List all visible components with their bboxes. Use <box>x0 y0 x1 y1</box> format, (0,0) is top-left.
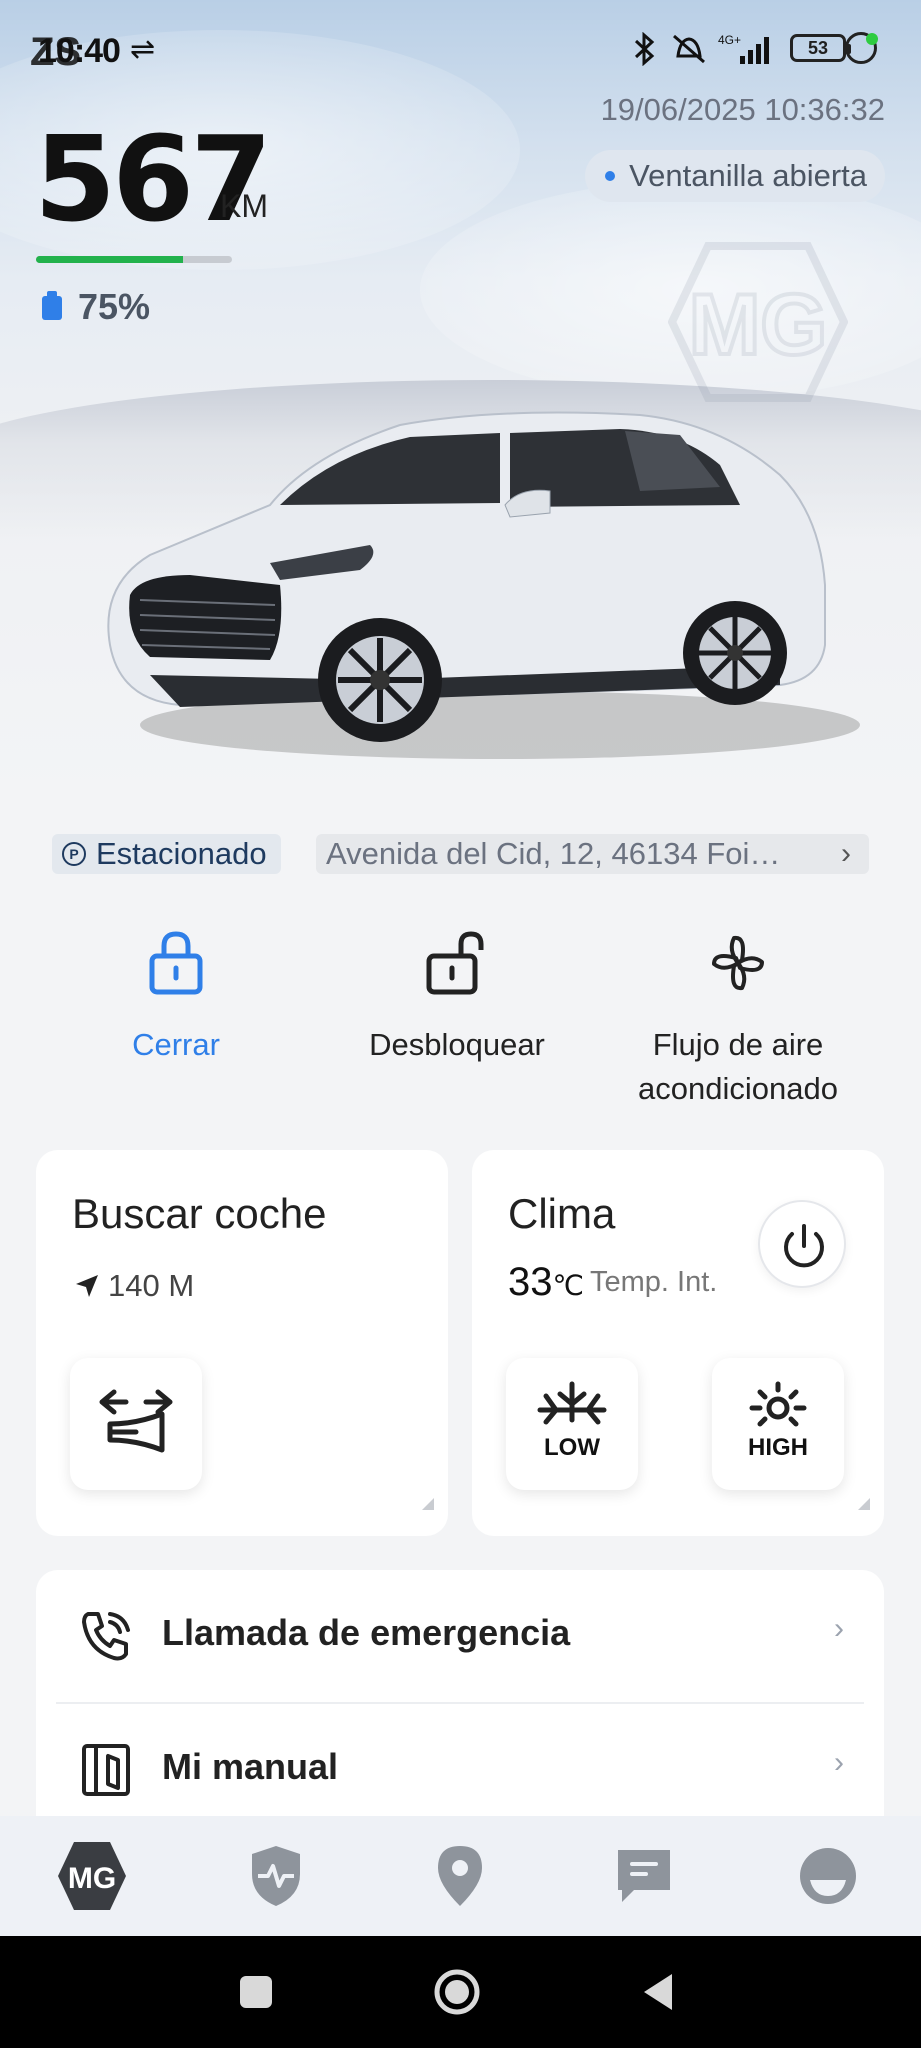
mg-watermark-logo: MG <box>668 242 848 402</box>
range-progress-bar <box>36 256 232 263</box>
navigation-arrow-icon <box>76 1275 98 1297</box>
mute-bell-icon <box>670 32 708 74</box>
signal-icon: 4G+ <box>718 32 778 74</box>
profile-icon <box>800 1848 856 1904</box>
mg-logo-icon: MG <box>58 1842 126 1910</box>
lock-label: Cerrar <box>132 1027 220 1062</box>
card-resize-corner <box>422 1498 434 1510</box>
emergency-call-item[interactable]: Llamada de emergencia › <box>36 1570 884 1702</box>
find-car-title: Buscar coche <box>72 1190 327 1237</box>
emergency-call-label: Llamada de emergencia <box>162 1612 571 1653</box>
chevron-right-icon: › <box>841 837 851 870</box>
nav-vehicle-health[interactable] <box>184 1816 368 1936</box>
window-status-badge[interactable]: Ventanilla abierta <box>585 150 885 202</box>
fuel-percent: 75% <box>78 286 151 327</box>
svg-text:MG: MG <box>68 1862 116 1895</box>
back-button[interactable] <box>638 1970 678 2014</box>
range-unit: KM <box>220 188 268 224</box>
status-dot-icon <box>605 171 616 181</box>
battery-indicator: 53 <box>790 34 851 62</box>
fuel-icon <box>42 291 62 320</box>
nav-map[interactable] <box>368 1816 552 1936</box>
status-overlay-text: ZS <box>30 30 82 74</box>
vehicle-address-link[interactable]: Avenida del Cid, 12, 46134 Foi… › <box>316 834 869 874</box>
last-update-timestamp: 19/06/2025 10:36:32 <box>600 92 885 127</box>
manual-label: Mi manual <box>162 1746 339 1787</box>
shield-health-icon <box>252 1846 300 1906</box>
climate-title: Clima <box>508 1190 616 1237</box>
window-status-text: Ventanilla abierta <box>629 158 867 193</box>
nav-profile[interactable] <box>736 1816 920 1936</box>
horn-lights-icon <box>99 1389 173 1453</box>
vehicle-address-text: Avenida del Cid, 12, 46134 Foi… <box>326 836 781 871</box>
climate-high-label: HIGH <box>748 1434 808 1461</box>
location-pin-icon <box>438 1846 482 1906</box>
card-resize-corner <box>858 1498 870 1510</box>
climate-card[interactable]: Clima 33℃ Temp. Int. LOW HIGH <box>472 1150 884 1536</box>
temperature-value: 33 <box>508 1260 553 1304</box>
manual-book-icon <box>82 1744 130 1796</box>
system-navigation-bar <box>0 1936 921 2048</box>
chevron-right-icon: › <box>834 1746 844 1779</box>
air-flow-button[interactable]: Flujo de aire acondicionado <box>608 930 868 1111</box>
bluetooth-icon <box>632 31 658 74</box>
svg-text:MG: MG <box>689 277 828 373</box>
parking-status-text: Estacionado <box>96 836 267 871</box>
interior-temperature: 33℃ <box>508 1260 584 1305</box>
chevron-right-icon: › <box>834 1612 844 1645</box>
lock-button[interactable]: Cerrar <box>46 930 306 1067</box>
vehicle-image <box>107 411 860 759</box>
horn-lights-button[interactable] <box>70 1358 202 1490</box>
lock-icon <box>149 931 203 995</box>
air-flow-label: Flujo de aire acondicionado <box>638 1027 838 1106</box>
unlock-label: Desbloquear <box>369 1027 545 1062</box>
fan-icon <box>712 935 764 991</box>
nav-home[interactable]: MG <box>0 1816 184 1936</box>
climate-low-label: LOW <box>544 1434 600 1461</box>
phone-call-icon <box>82 1612 130 1661</box>
svg-text:4G+: 4G+ <box>718 33 741 47</box>
bottom-navigation: MG <box>0 1816 921 1936</box>
find-car-card[interactable]: Buscar coche 140 M <box>36 1150 448 1536</box>
sun-icon <box>749 1381 807 1427</box>
unlock-icon <box>426 931 484 995</box>
range-progress-fill <box>36 256 183 263</box>
data-transfer-icon: ⇌ <box>130 33 156 66</box>
home-button[interactable] <box>432 1967 482 2017</box>
status-bar: 10:40 ZS ⇌ 4G+ 53 <box>0 28 921 74</box>
temperature-unit: ℃ <box>552 1270 584 1301</box>
distance-value: 140 M <box>108 1268 195 1303</box>
message-icon <box>618 1850 670 1902</box>
climate-high-button[interactable]: HIGH <box>712 1358 844 1490</box>
climate-power-button[interactable] <box>758 1200 846 1288</box>
temperature-label: Temp. Int. <box>590 1266 718 1298</box>
parking-status-badge: P Estacionado <box>52 834 281 874</box>
nav-messages[interactable] <box>552 1816 736 1936</box>
recent-apps-button[interactable] <box>236 1972 276 2012</box>
charging-icon <box>845 32 878 64</box>
snowflake-icon <box>537 1381 607 1425</box>
climate-low-button[interactable]: LOW <box>506 1358 638 1490</box>
power-icon <box>784 1224 824 1268</box>
unlock-button[interactable]: Desbloquear <box>327 930 587 1067</box>
parking-icon: P <box>62 842 86 866</box>
distance-readout: 140 M <box>74 1268 194 1304</box>
